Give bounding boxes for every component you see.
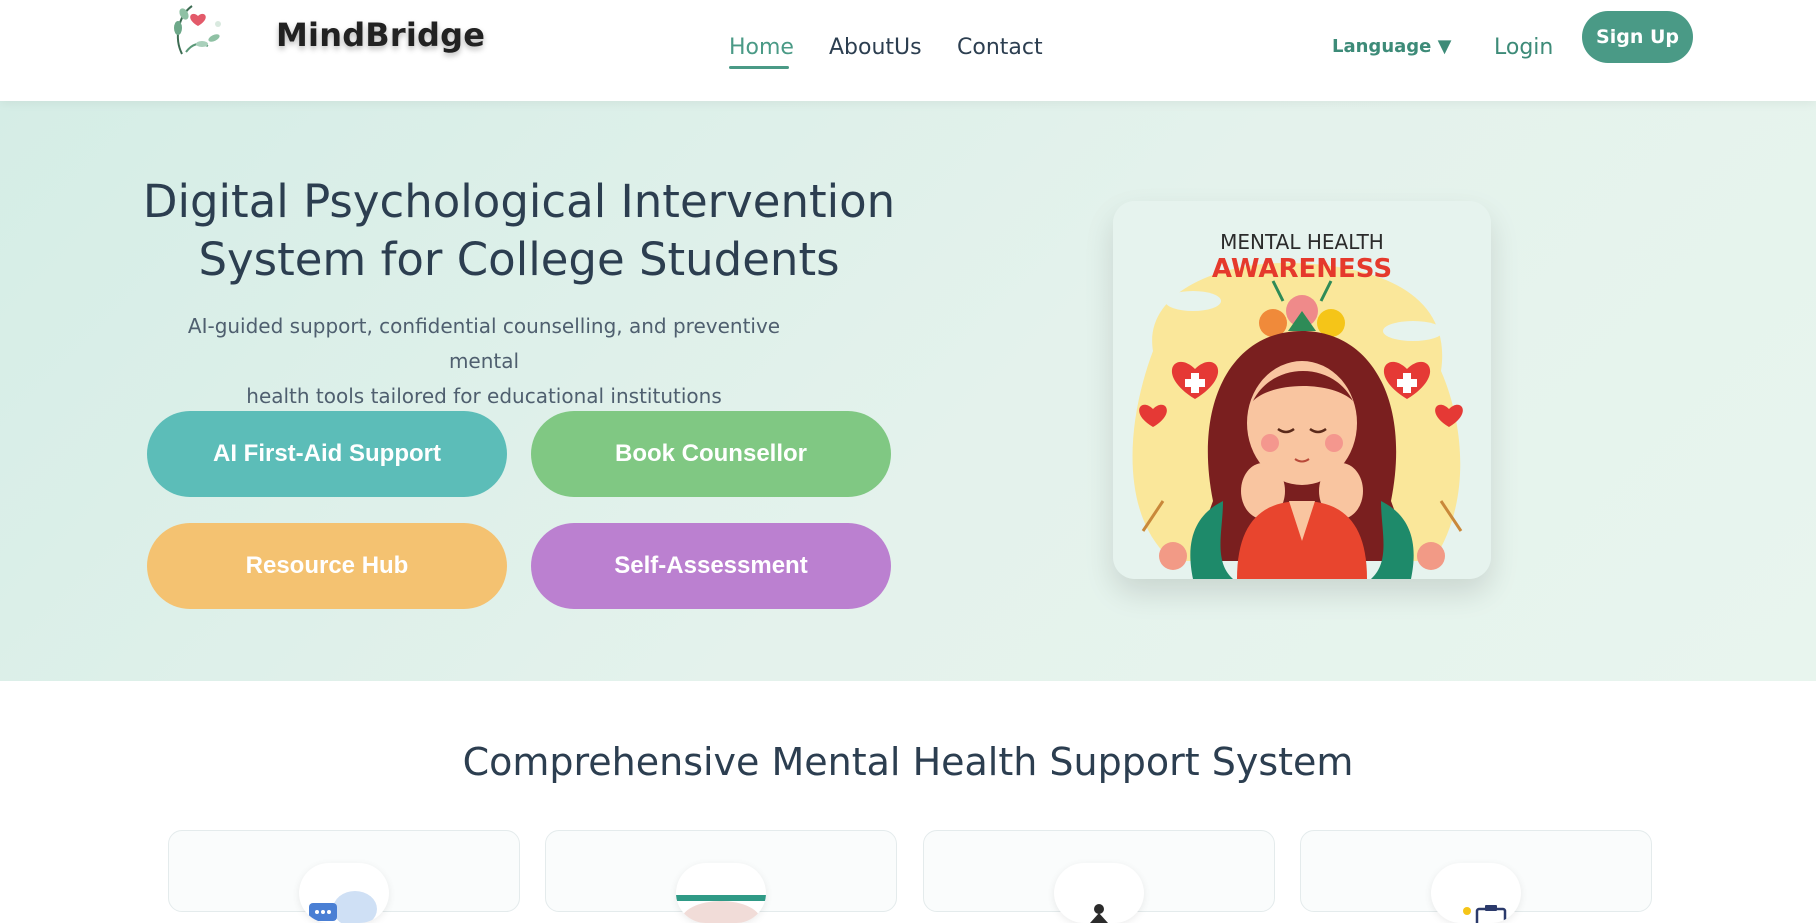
resource-hub-button[interactable]: Resource Hub: [147, 523, 507, 609]
hero-title-line2: System for College Students: [198, 233, 840, 286]
hero-subtitle-line2: health tools tailored for educational in…: [246, 384, 722, 408]
site-header: MindBridge Home AboutUs Contact Language…: [0, 0, 1816, 101]
nav-contact[interactable]: Contact: [957, 35, 1043, 60]
nav-active-indicator: [729, 66, 789, 69]
hero-subtitle-line1: AI-guided support, confidential counsell…: [187, 314, 781, 373]
counsellor-avatar-icon: [676, 863, 766, 923]
section-title: Comprehensive Mental Health Support Syst…: [462, 740, 1354, 784]
brand-name[interactable]: MindBridge: [276, 16, 485, 54]
hero-title: Digital Psychological Intervention Syste…: [110, 173, 928, 289]
feature-card[interactable]: [545, 830, 897, 923]
feature-card[interactable]: [168, 830, 520, 923]
signup-button[interactable]: Sign Up: [1582, 11, 1693, 63]
nav-home[interactable]: Home: [729, 35, 794, 60]
meditation-figure-icon: [1054, 863, 1144, 923]
book-counsellor-button[interactable]: Book Counsellor: [531, 411, 891, 497]
hero-section: Digital Psychological Intervention Syste…: [0, 101, 1816, 681]
clipboard-checklist-icon: [1431, 863, 1521, 923]
poster-line2: AWARENESS: [1212, 254, 1392, 284]
hero-title-line1: Digital Psychological Intervention: [142, 175, 896, 228]
mental-health-awareness-illustration: MENTAL HEALTH AWARENESS: [1113, 201, 1491, 579]
nav-about[interactable]: AboutUs: [829, 35, 922, 60]
feature-card[interactable]: [923, 830, 1275, 923]
feature-card[interactable]: [1300, 830, 1652, 923]
login-link[interactable]: Login: [1494, 35, 1553, 60]
self-assessment-button[interactable]: Self-Assessment: [531, 523, 891, 609]
hero-subtitle: AI-guided support, confidential counsell…: [150, 309, 818, 414]
language-dropdown[interactable]: Language ▼: [1332, 36, 1451, 57]
chat-bubbles-icon: [299, 863, 389, 923]
logo-icon[interactable]: [168, 0, 232, 58]
ai-first-aid-button[interactable]: AI First-Aid Support: [147, 411, 507, 497]
poster-line1: MENTAL HEALTH: [1220, 230, 1384, 254]
